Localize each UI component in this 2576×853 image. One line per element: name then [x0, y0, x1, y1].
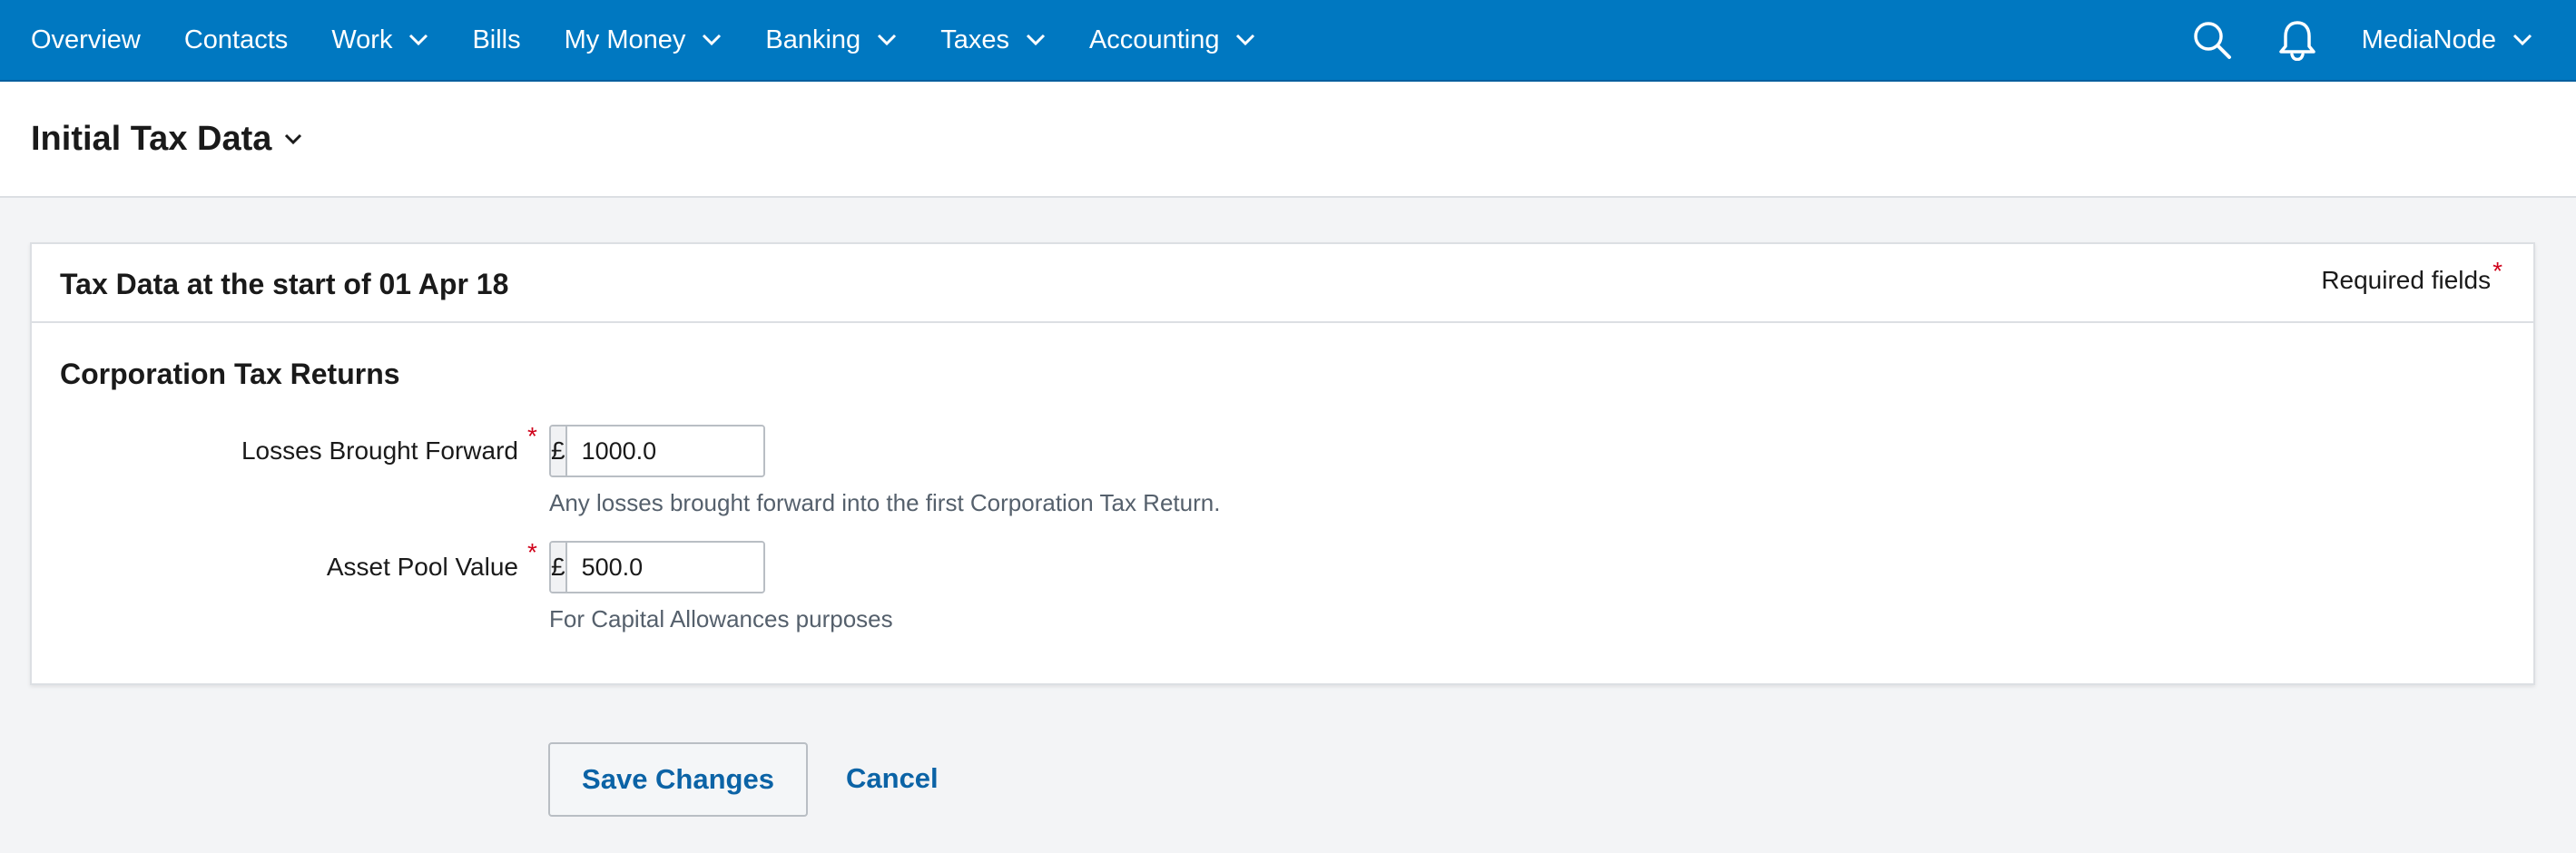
- save-changes-button[interactable]: Save Changes: [548, 742, 808, 817]
- losses-brought-forward-label: Losses Brought Forward: [241, 436, 518, 465]
- search-icon: [2193, 22, 2231, 59]
- card-title: Tax Data at the start of 01 Apr 18: [60, 268, 509, 300]
- nav-item-my-money[interactable]: My Money: [565, 25, 723, 55]
- nav-item-label: Taxes: [940, 25, 1009, 54]
- asset-pool-value-input[interactable]: [566, 543, 763, 592]
- required-fields-label: Required fields: [2321, 266, 2492, 294]
- asset-pool-value-input-group: £: [549, 541, 765, 593]
- bell-icon: [2278, 21, 2315, 61]
- losses-brought-forward-help: Any losses brought forward into the firs…: [549, 489, 1221, 516]
- account-name: MediaNode: [2361, 25, 2496, 54]
- account-menu[interactable]: MediaNode: [2362, 25, 2532, 55]
- notifications-button[interactable]: [2276, 19, 2318, 61]
- search-button[interactable]: [2191, 19, 2233, 61]
- losses-brought-forward-input-group: £: [549, 425, 765, 477]
- chevron-down-icon: [703, 34, 722, 46]
- nav-item-overview[interactable]: Overview: [31, 25, 141, 55]
- main-menu: Overview Contacts Work Bills My Money Ba…: [31, 0, 1299, 80]
- required-star: *: [2492, 257, 2502, 285]
- chevron-down-icon: [2512, 34, 2532, 46]
- section-title: Corporation Tax Returns: [60, 358, 400, 390]
- tax-data-card: Tax Data at the start of 01 Apr 18 Requi…: [30, 242, 2535, 685]
- nav-item-label: Work: [331, 25, 393, 54]
- nav-item-label: Accounting: [1088, 25, 1220, 54]
- nav-item-label: Banking: [765, 25, 861, 54]
- losses-brought-forward-input[interactable]: [566, 426, 763, 476]
- page-header: Initial Tax Data: [0, 82, 2576, 198]
- cancel-link[interactable]: Cancel: [846, 762, 939, 795]
- nav-item-label: My Money: [564, 25, 686, 54]
- nav-item-banking[interactable]: Banking: [765, 25, 897, 55]
- asset-pool-value-help: For Capital Allowances purposes: [549, 605, 893, 632]
- currency-prefix: £: [551, 543, 567, 592]
- nav-item-label: Bills: [472, 25, 521, 54]
- chevron-down-icon: [409, 34, 428, 46]
- page-title: Initial Tax Data: [31, 119, 272, 158]
- card-header: Tax Data at the start of 01 Apr 18 Requi…: [32, 244, 2533, 323]
- chevron-down-icon: [285, 133, 302, 144]
- nav-utilities: MediaNode: [2191, 0, 2532, 80]
- required-star: *: [527, 538, 537, 566]
- nav-item-taxes[interactable]: Taxes: [940, 25, 1046, 55]
- nav-item-label: Overview: [31, 25, 141, 54]
- asset-pool-value-label: Asset Pool Value: [326, 553, 518, 581]
- chevron-down-icon: [1236, 34, 1255, 46]
- page-title-dropdown[interactable]: Initial Tax Data: [31, 82, 302, 196]
- required-fields-note: Required fields*: [2321, 257, 2502, 295]
- nav-item-bills[interactable]: Bills: [472, 25, 520, 55]
- top-navigation-bar: Overview Contacts Work Bills My Money Ba…: [0, 0, 2576, 82]
- currency-prefix: £: [551, 426, 567, 476]
- nav-item-label: Contacts: [183, 25, 289, 54]
- chevron-down-icon: [1026, 34, 1046, 46]
- nav-item-work[interactable]: Work: [331, 25, 428, 55]
- required-star: *: [527, 422, 537, 450]
- nav-item-contacts[interactable]: Contacts: [184, 25, 288, 55]
- nav-item-accounting[interactable]: Accounting: [1089, 25, 1256, 55]
- chevron-down-icon: [878, 34, 897, 46]
